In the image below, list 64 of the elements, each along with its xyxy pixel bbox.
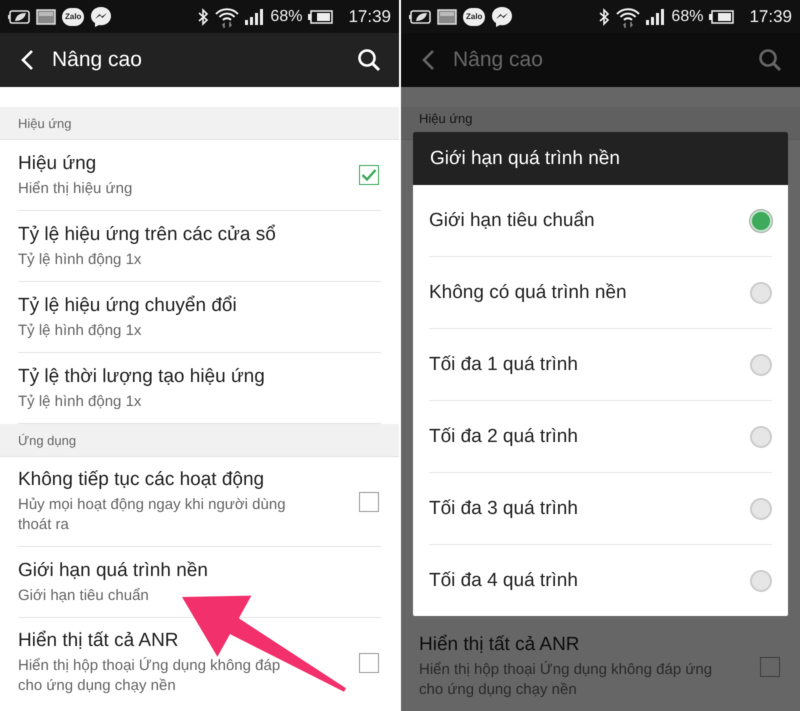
setting-title: Tỷ lệ hiệu ứng trên các cửa sổ [18, 222, 277, 246]
radio-button[interactable] [750, 426, 772, 448]
screen-title: Nâng cao [453, 48, 543, 72]
setting-item[interactable]: Không tiếp tục các hoạt động Hủy mọi hoạt động ngay khi người dùng thoát ra [18, 457, 381, 547]
signal-icon [646, 8, 666, 24]
radio-option[interactable]: Tối đa 4 quá trình [429, 545, 772, 616]
radio-button[interactable] [750, 498, 772, 520]
setting-title: Tỷ lệ hiệu ứng chuyển đổi [18, 294, 238, 318]
chat-app-icon: Zalo [62, 8, 84, 26]
setting-description: Tỷ lệ hình động 1x [18, 320, 142, 340]
setting-description: Tỷ lệ hình động 1x [18, 250, 142, 270]
radio-button[interactable] [750, 354, 772, 376]
leaf-battery-icon [8, 10, 30, 24]
radio-option[interactable]: Tối đa 1 quá trình [429, 329, 772, 401]
checkbox[interactable] [760, 656, 780, 676]
setting-title: Hiệu ứng [18, 152, 98, 176]
setting-title: Không tiếp tục các hoạt động [18, 468, 266, 492]
wifi-icon [615, 6, 642, 28]
setting-description: Tỷ lệ hình động 1x [18, 392, 142, 412]
radio-option[interactable]: Tối đa 2 quá trình [429, 401, 772, 473]
wifi-icon [214, 6, 240, 28]
setting-title: Hiển thị tất cả ANR [18, 629, 180, 653]
image-icon [36, 8, 56, 24]
checkbox[interactable] [359, 492, 379, 512]
signal-icon [245, 8, 266, 24]
setting-description: Hiển thị hộp thoại Ứng dụng không đáp ứng cho ứng dụng chạy nền [419, 660, 714, 700]
dialog-title: Giới hạn quá trình nền [413, 132, 788, 185]
setting-title: Giới hạn quá trình nền [18, 558, 209, 582]
radio-button[interactable] [750, 210, 772, 232]
setting-item[interactable]: Tỷ lệ hiệu ứng chuyển đổi Tỷ lệ hình động 1x [18, 282, 381, 353]
radio-button[interactable] [750, 570, 772, 592]
back-icon[interactable] [20, 49, 34, 71]
clock-time: 17:39 [348, 6, 391, 26]
bluetooth-icon [197, 8, 210, 26]
setting-description: Hiển thị hộp thoại Ứng dụng không đáp cho ứng dụng chạy nền [18, 656, 282, 696]
radio-option[interactable]: Giới hạn tiêu chuẩn [429, 185, 772, 257]
section-header: Hiệu ứng [0, 107, 399, 140]
setting-item[interactable]: Hiển thị tất cả ANR Hiển thị hộp thoại Ứng dụng không đáp cho ứng dụng chạy nền [18, 618, 381, 707]
setting-description: Hủy mọi hoạt động ngay khi người dùng thoát ra [18, 495, 287, 535]
screen-title: Nâng cao [52, 48, 142, 72]
setting-item[interactable]: Tỷ lệ hiệu ứng trên các cửa sổ Tỷ lệ hình động 1x [18, 211, 381, 282]
setting-title: Hiển thị tất cả ANR [419, 633, 581, 657]
messenger-icon [90, 6, 112, 28]
setting-title: Tỷ lệ thời lượng tạo hiệu ứng [18, 364, 266, 388]
messenger-icon [491, 6, 514, 28]
radio-button[interactable] [750, 282, 772, 304]
section-header: Ứng dụng [0, 424, 399, 457]
radio-option[interactable]: Không có quá trình nền [429, 257, 772, 329]
search-icon[interactable] [357, 48, 381, 72]
chat-app-icon: Zalo [463, 8, 486, 26]
battery-percent: 68% [270, 8, 302, 26]
bluetooth-icon [598, 8, 610, 26]
radio-option[interactable]: Tối đa 3 quá trình [429, 473, 772, 545]
battery-icon [708, 10, 734, 24]
setting-description: Hiển thị hiệu ứng [18, 178, 134, 198]
checkbox[interactable] [359, 652, 379, 672]
leaf-battery-icon [409, 10, 431, 24]
image-icon [437, 8, 457, 24]
battery-icon [307, 10, 334, 24]
checkbox[interactable] [359, 165, 379, 185]
clock-time: 17:39 [749, 6, 792, 26]
setting-description: Giới hạn tiêu chuẩn [18, 586, 150, 606]
battery-percent: 68% [671, 8, 704, 26]
setting-item[interactable]: Hiệu ứng Hiển thị hiệu ứng [18, 140, 381, 211]
